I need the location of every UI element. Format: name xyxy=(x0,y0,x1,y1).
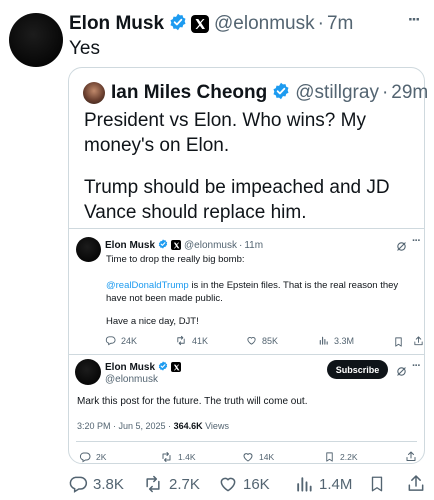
main-reposts-count: 2.7K xyxy=(169,475,200,493)
quoted-avatar[interactable] xyxy=(83,82,105,104)
quoted-post-text-2: Trump should be impeached and JD Vance s… xyxy=(84,177,390,223)
main-views-button[interactable]: 1.4M xyxy=(294,474,352,494)
quoted-post-header: Ian Miles Cheong @stillgray · 29m xyxy=(83,80,428,106)
main-author-name[interactable]: Elon Musk xyxy=(69,13,164,35)
inner-bookmark-icon[interactable] xyxy=(393,335,404,353)
inner-likes-count: 85K xyxy=(262,335,279,346)
expanded-bookmark-button[interactable]: 2.2K xyxy=(324,451,358,463)
x-affiliate-icon xyxy=(171,240,182,250)
x-affiliate-icon xyxy=(171,362,182,372)
expanded-timestamp[interactable]: 3:20 PM · Jun 5, 2025 · xyxy=(77,421,174,431)
subscribe-button[interactable]: Subscribe xyxy=(327,360,388,379)
main-reply-button[interactable]: 3.8K xyxy=(68,474,124,494)
quoted-author-name[interactable]: Ian Miles Cheong xyxy=(111,82,267,104)
inner-avatar[interactable] xyxy=(76,237,101,262)
inner-handle[interactable]: @elonmusk xyxy=(184,240,237,251)
inner-repost-button[interactable]: 41K xyxy=(175,335,208,346)
reply-icon xyxy=(105,335,116,346)
repost-icon xyxy=(142,474,164,494)
main-repost-button[interactable]: 2.7K xyxy=(142,474,200,494)
inner-more-options-icon[interactable]: ··· xyxy=(412,235,421,247)
inner-separator: · xyxy=(238,239,243,251)
main-separator: · xyxy=(317,13,324,34)
repost-icon xyxy=(160,451,173,463)
main-views-count: 1.4M xyxy=(319,475,353,493)
main-post-header: Elon Musk @elonmusk · 7m xyxy=(69,11,353,37)
main-post-text: Yes xyxy=(69,38,100,59)
expanded-share-icon[interactable] xyxy=(405,450,417,468)
main-handle[interactable]: @elonmusk xyxy=(214,13,315,35)
inner-views-button[interactable]: 3.3M xyxy=(318,335,354,346)
inner-mention-link[interactable]: @realDonaldTrump xyxy=(106,280,189,291)
expanded-views-count: 364.6K xyxy=(173,421,203,431)
main-bookmark-icon[interactable] xyxy=(368,474,386,499)
verified-badge-icon xyxy=(272,82,290,105)
x-affiliate-icon xyxy=(191,15,210,33)
inner-post-line1: Time to drop the really big bomb: xyxy=(106,254,245,265)
main-replies-count: 3.8K xyxy=(93,475,124,493)
views-icon xyxy=(318,335,329,346)
expanded-post-text: Mark this post for the future. The truth… xyxy=(77,396,308,407)
quoted-post-text-1: President vs Elon. Who wins? My money's … xyxy=(84,110,366,156)
main-time[interactable]: 7m xyxy=(327,13,353,35)
inner-post-line2: @realDonaldTrump is in the Epstein files… xyxy=(106,279,418,305)
main-likes-count: 16K xyxy=(243,475,270,493)
inner-author-name[interactable]: Elon Musk xyxy=(105,240,155,251)
main-like-button[interactable]: 16K xyxy=(218,474,270,494)
expanded-reply-button[interactable]: 2K xyxy=(79,451,106,463)
expanded-divider xyxy=(76,441,417,442)
bookmark-icon xyxy=(324,451,335,463)
like-icon xyxy=(246,335,257,346)
verified-badge-icon xyxy=(169,13,187,36)
expanded-replies-count: 2K xyxy=(96,452,107,462)
main-share-icon[interactable] xyxy=(406,473,426,499)
quoted-card-divider xyxy=(68,228,425,229)
inner-divider xyxy=(68,354,425,355)
inner-replies-count: 24K xyxy=(121,335,138,346)
inner-like-button[interactable]: 85K xyxy=(246,335,278,346)
expanded-bookmarks-count: 2.2K xyxy=(340,452,358,462)
views-icon xyxy=(294,474,314,494)
more-options-icon[interactable]: ··· xyxy=(408,10,421,30)
inner-time[interactable]: 11m xyxy=(244,240,263,251)
inner-reposts-count: 41K xyxy=(192,335,209,346)
quoted-handle[interactable]: @stillgray xyxy=(295,82,379,104)
grok-icon[interactable] xyxy=(396,364,407,382)
expanded-more-options-icon[interactable]: ··· xyxy=(412,360,421,372)
repost-icon xyxy=(175,335,187,346)
reply-icon xyxy=(68,474,88,494)
expanded-handle[interactable]: @elonmusk xyxy=(105,374,158,385)
expanded-avatar[interactable] xyxy=(75,359,101,385)
like-icon xyxy=(218,474,238,494)
expanded-repost-button[interactable]: 1.4K xyxy=(160,451,196,463)
grok-icon[interactable] xyxy=(396,239,407,257)
inner-reply-button[interactable]: 24K xyxy=(105,335,137,346)
inner-post-header: Elon Musk @elonmusk · 11m xyxy=(105,238,263,252)
quoted-separator: · xyxy=(381,82,389,103)
verified-badge-icon xyxy=(158,358,168,376)
verified-badge-icon xyxy=(158,236,168,254)
expanded-post-header: Elon Musk xyxy=(105,358,182,376)
like-icon xyxy=(242,451,254,463)
reply-icon xyxy=(79,451,91,463)
expanded-author-name[interactable]: Elon Musk xyxy=(105,362,155,373)
expanded-like-button[interactable]: 14K xyxy=(242,451,274,463)
expanded-reposts-count: 1.4K xyxy=(178,452,196,462)
expanded-timestamp-row: 3:20 PM · Jun 5, 2025 · 364.6K Views xyxy=(77,421,229,431)
expanded-likes-count: 14K xyxy=(259,452,275,462)
quoted-time[interactable]: 29m xyxy=(391,82,428,104)
inner-share-icon[interactable] xyxy=(413,334,424,352)
main-avatar[interactable] xyxy=(9,13,63,67)
expanded-views-label: Views xyxy=(202,421,229,431)
inner-views-count: 3.3M xyxy=(334,335,355,346)
inner-post-line3: Have a nice day, DJT! xyxy=(106,316,199,327)
